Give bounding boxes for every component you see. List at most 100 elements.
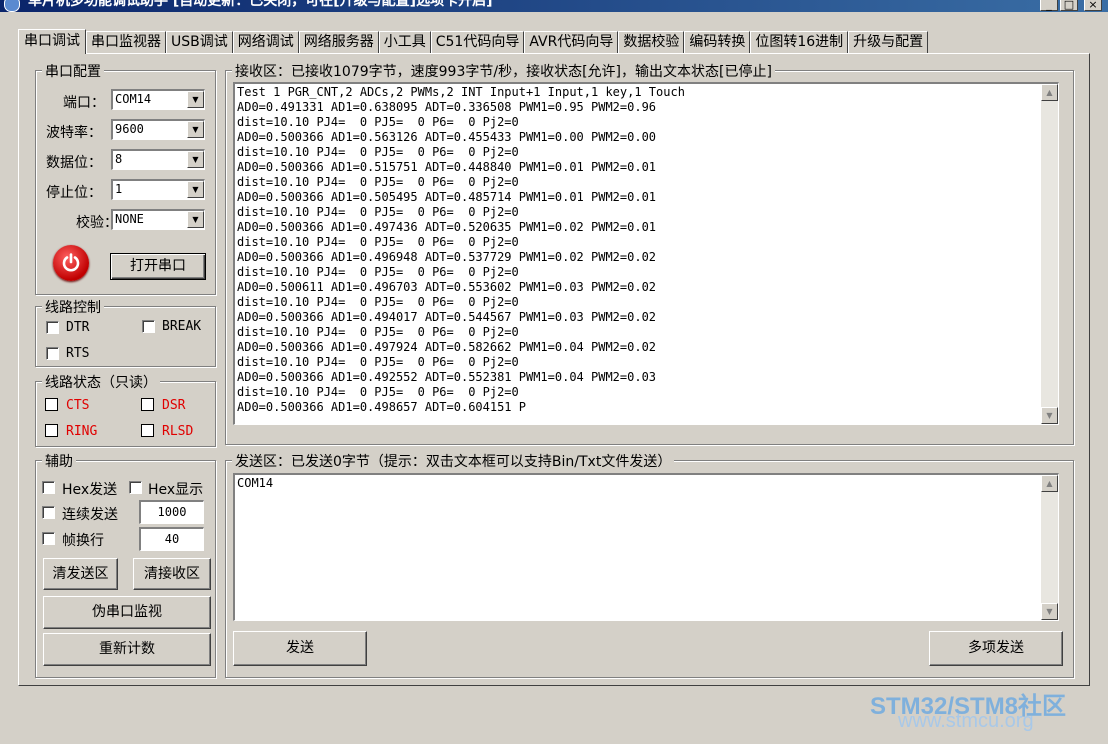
rts-label: RTS bbox=[66, 346, 90, 361]
clear-send-button[interactable]: 清发送区 bbox=[43, 558, 118, 590]
rts-checkbox[interactable] bbox=[46, 347, 59, 360]
power-icon[interactable] bbox=[53, 245, 89, 281]
receive-line: AD0=0.500366 AD1=0.498657 ADT=0.604151 P bbox=[237, 400, 526, 414]
port-select[interactable]: COM14 ▼ bbox=[111, 89, 205, 110]
scroll-up-icon[interactable]: ▲ bbox=[1041, 475, 1058, 492]
tab-tools[interactable]: 小工具 bbox=[378, 31, 431, 53]
receive-title: 接收区：已接收1079字节，速度993字节/秒，接收状态[允许]，输出文本状态[… bbox=[232, 61, 775, 81]
rlsd-label: RLSD bbox=[162, 424, 194, 439]
receive-text: Test 1 PGR_CNT,2 ADCs,2 PWMs,2 INT Input… bbox=[235, 84, 1058, 416]
receive-line: AD0=0.500366 AD1=0.497436 ADT=0.520635 P… bbox=[237, 220, 657, 234]
maximize-button[interactable]: □ bbox=[1060, 0, 1078, 11]
multi-send-button[interactable]: 多项发送 bbox=[929, 631, 1063, 666]
send-scrollbar[interactable]: ▲ ▼ bbox=[1041, 475, 1058, 620]
chevron-down-icon[interactable]: ▼ bbox=[187, 91, 204, 108]
receive-line: dist=10.10 PJ4= 0 PJ5= 0 P6= 0 Pj2=0 bbox=[237, 385, 519, 399]
continuous-send-checkbox[interactable] bbox=[42, 506, 55, 519]
receive-line: AD0=0.500366 AD1=0.515751 ADT=0.448840 P… bbox=[237, 160, 657, 174]
tab-avr-wizard[interactable]: AVR代码向导 bbox=[524, 31, 619, 53]
receive-line: Test 1 PGR_CNT,2 ADCs,2 PWMs,2 INT Input… bbox=[237, 85, 685, 99]
parity-select[interactable]: NONE ▼ bbox=[111, 209, 205, 230]
hex-send-label: Hex发送 bbox=[62, 482, 118, 498]
port-label: 端口： bbox=[63, 95, 105, 111]
send-title: 发送区：已发送0字节（提示：双击文本框可以支持Bin/Txt文件发送） bbox=[232, 451, 675, 471]
receive-line: dist=10.10 PJ4= 0 PJ5= 0 P6= 0 Pj2=0 bbox=[237, 295, 519, 309]
baud-select[interactable]: 9600 ▼ bbox=[111, 119, 205, 140]
stopbits-select[interactable]: 1 ▼ bbox=[111, 179, 205, 200]
chevron-down-icon[interactable]: ▼ bbox=[187, 121, 204, 138]
receive-line: dist=10.10 PJ4= 0 PJ5= 0 P6= 0 Pj2=0 bbox=[237, 205, 519, 219]
tab-serial-monitor[interactable]: 串口监视器 bbox=[86, 31, 166, 53]
tab-c51-wizard[interactable]: C51代码向导 bbox=[430, 31, 525, 53]
break-checkbox[interactable] bbox=[142, 320, 155, 333]
clear-receive-button[interactable]: 清接收区 bbox=[133, 558, 211, 590]
dtr-label: DTR bbox=[66, 320, 90, 335]
receive-textarea[interactable]: Test 1 PGR_CNT,2 ADCs,2 PWMs,2 INT Input… bbox=[233, 82, 1059, 425]
line-control-group: 线路控制 bbox=[35, 297, 216, 367]
ring-label: RING bbox=[66, 424, 98, 439]
frame-newline-label: 帧换行 bbox=[62, 533, 104, 549]
open-port-button[interactable]: 打开串口 bbox=[110, 253, 206, 280]
scroll-down-icon[interactable]: ▼ bbox=[1041, 603, 1058, 620]
cts-indicator bbox=[45, 398, 58, 411]
send-button[interactable]: 发送 bbox=[233, 631, 367, 666]
baud-label: 波特率： bbox=[46, 125, 102, 141]
dsr-label: DSR bbox=[162, 398, 186, 413]
recount-button[interactable]: 重新计数 bbox=[43, 633, 211, 666]
chevron-down-icon[interactable]: ▼ bbox=[187, 151, 204, 168]
send-textarea[interactable]: COM14 ▲ ▼ bbox=[233, 473, 1059, 621]
receive-line: dist=10.10 PJ4= 0 PJ5= 0 P6= 0 Pj2=0 bbox=[237, 235, 519, 249]
chevron-down-icon[interactable]: ▼ bbox=[187, 211, 204, 228]
tab-network-server[interactable]: 网络服务器 bbox=[298, 31, 379, 53]
dtr-checkbox[interactable] bbox=[46, 321, 59, 334]
minimize-button[interactable]: _ bbox=[1040, 0, 1058, 11]
tab-serial-debug[interactable]: 串口调试 bbox=[18, 29, 86, 54]
baud-value: 9600 bbox=[115, 122, 144, 136]
receive-line: AD0=0.500366 AD1=0.496948 ADT=0.537729 P… bbox=[237, 250, 657, 264]
databits-select[interactable]: 8 ▼ bbox=[111, 149, 205, 170]
tab-upgrade-config[interactable]: 升级与配置 bbox=[848, 31, 929, 53]
tab-checksum[interactable]: 数据校验 bbox=[618, 31, 685, 53]
hex-display-checkbox[interactable] bbox=[129, 481, 142, 494]
rlsd-indicator bbox=[141, 424, 154, 437]
line-status-title: 线路状态（只读） bbox=[42, 372, 160, 392]
app-icon bbox=[4, 0, 20, 12]
scroll-down-icon[interactable]: ▼ bbox=[1041, 407, 1058, 424]
tab-strip: 串口调试 串口监视器 USB调试 网络调试 网络服务器 小工具 C51代码向导 … bbox=[18, 29, 929, 54]
send-text: COM14 bbox=[237, 476, 274, 490]
receive-line: AD0=0.500366 AD1=0.497924 ADT=0.582662 P… bbox=[237, 340, 657, 354]
parity-value: NONE bbox=[115, 212, 144, 226]
tab-usb-debug[interactable]: USB调试 bbox=[166, 31, 233, 53]
hex-send-checkbox[interactable] bbox=[42, 481, 55, 494]
receive-line: dist=10.10 PJ4= 0 PJ5= 0 P6= 0 Pj2=0 bbox=[237, 355, 519, 369]
receive-line: dist=10.10 PJ4= 0 PJ5= 0 P6= 0 Pj2=0 bbox=[237, 265, 519, 279]
scroll-up-icon[interactable]: ▲ bbox=[1041, 84, 1058, 101]
close-button[interactable]: × bbox=[1084, 0, 1102, 11]
stopbits-value: 1 bbox=[115, 182, 123, 196]
title-bar[interactable]: 单片机多功能调试助手 [自动更新：已关闭，可在[升级与配置]选项卡开启] _ □… bbox=[0, 0, 1108, 12]
databits-label: 数据位： bbox=[46, 155, 102, 171]
window-title: 单片机多功能调试助手 [自动更新：已关闭，可在[升级与配置]选项卡开启] bbox=[28, 0, 493, 9]
receive-line: dist=10.10 PJ4= 0 PJ5= 0 P6= 0 Pj2=0 bbox=[237, 325, 519, 339]
hex-display-label: Hex显示 bbox=[148, 482, 204, 498]
ring-indicator bbox=[45, 424, 58, 437]
tab-encoding[interactable]: 编码转换 bbox=[684, 31, 751, 53]
receive-line: AD0=0.500366 AD1=0.563126 ADT=0.455433 P… bbox=[237, 130, 657, 144]
receive-scrollbar[interactable]: ▲ ▼ bbox=[1041, 84, 1058, 424]
chevron-down-icon[interactable]: ▼ bbox=[187, 181, 204, 198]
tab-bitmap-hex[interactable]: 位图转16进制 bbox=[750, 31, 849, 53]
pseudo-monitor-button[interactable]: 伪串口监视 bbox=[43, 596, 211, 629]
receive-line: AD0=0.491331 AD1=0.638095 ADT=0.336508 P… bbox=[237, 100, 657, 114]
dsr-indicator bbox=[141, 398, 154, 411]
watermark-url: www.stmcu.org bbox=[898, 710, 1034, 732]
port-value: COM14 bbox=[115, 92, 152, 106]
databits-value: 8 bbox=[115, 152, 123, 166]
receive-line: AD0=0.500366 AD1=0.492552 ADT=0.552381 P… bbox=[237, 370, 657, 384]
power-glyph bbox=[62, 253, 80, 272]
frame-value-input[interactable]: 40 bbox=[139, 527, 204, 551]
line-control-title: 线路控制 bbox=[42, 297, 104, 317]
continuous-interval-input[interactable]: 1000 bbox=[139, 500, 204, 524]
tab-network-debug[interactable]: 网络调试 bbox=[232, 31, 299, 53]
frame-newline-checkbox[interactable] bbox=[42, 532, 55, 545]
stopbits-label: 停止位： bbox=[46, 185, 102, 201]
